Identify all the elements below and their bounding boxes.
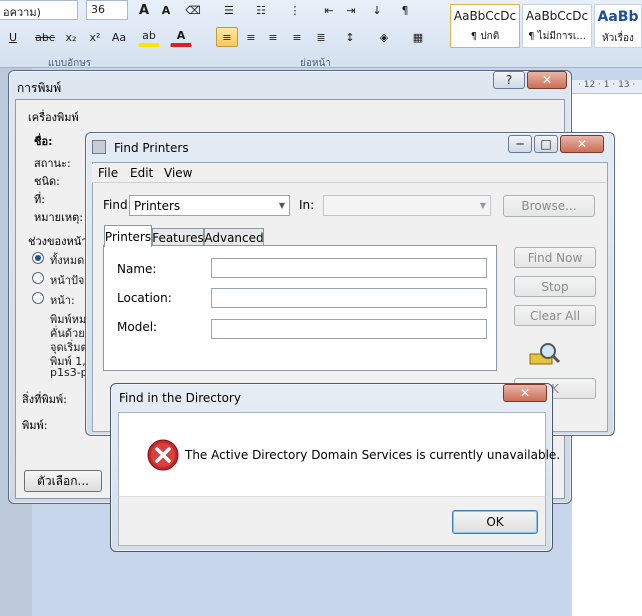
error-button-area: OK	[118, 496, 546, 546]
printer-status-label: สถานะ:	[34, 157, 71, 170]
maximize-button[interactable]: □	[534, 135, 558, 153]
find-select[interactable]: Printers ▼	[129, 195, 290, 216]
search-magnifier-icon	[528, 340, 562, 370]
ok-button[interactable]: OK	[452, 510, 538, 534]
error-message: The Active Directory Domain Services is …	[185, 448, 561, 462]
printer-where-label: ที่:	[34, 193, 45, 206]
range-current-label: หน้าปัจจุ	[50, 274, 90, 287]
printer-comment-label: หมายเหตุ:	[34, 211, 83, 224]
tab-printers[interactable]: Printers	[104, 225, 152, 247]
style-sample: AaBb	[597, 9, 639, 25]
chevron-down-icon: ▼	[479, 201, 486, 210]
error-message-area: The Active Directory Domain Services is …	[118, 412, 560, 496]
model-field[interactable]	[211, 319, 487, 339]
paragraph-group-label: ย่อหน้า	[300, 58, 331, 69]
justify-icon[interactable]: ≡	[286, 27, 308, 47]
in-label: In:	[299, 198, 315, 212]
clear-all-button[interactable]: Clear All	[514, 305, 596, 326]
printer-name-label: ชื่อ:	[34, 135, 53, 148]
error-icon	[147, 439, 179, 471]
borders-icon[interactable]: ▦	[404, 27, 432, 47]
highlight-button[interactable]: ab	[138, 27, 160, 47]
error-dialog-title: Find in the Directory	[119, 391, 241, 405]
page-range-label: ช่วงของหน้า	[28, 235, 88, 248]
stop-button[interactable]: Stop	[514, 276, 596, 297]
horizontal-ruler: · 12 · 1 · 13 ·	[572, 80, 642, 94]
menu-bar: File Edit View	[92, 164, 606, 183]
align-center-icon[interactable]: ≡	[240, 27, 262, 47]
model-label: Model:	[117, 320, 158, 334]
increase-indent-icon[interactable]: ⇥	[340, 0, 362, 20]
close-button[interactable]: ✕	[560, 135, 604, 153]
find-printers-title: Find Printers	[114, 141, 189, 155]
find-select-value: Printers	[134, 199, 181, 213]
printer-type-label: ชนิด:	[34, 175, 60, 188]
print-dialog-titlebar	[9, 71, 571, 99]
strikethrough-button[interactable]: abc	[32, 27, 58, 47]
style-name: หัวเรื่อง	[602, 33, 634, 44]
find-label: Find:	[103, 198, 132, 212]
help-button[interactable]: ?	[493, 71, 525, 89]
font-color-button[interactable]: A	[170, 27, 192, 47]
style-sample: AaBbCcDc	[525, 9, 589, 23]
menu-view[interactable]: View	[164, 166, 192, 180]
hint-line: p1s3-p	[50, 366, 88, 379]
grow-font-button[interactable]: A	[134, 0, 154, 20]
location-label: Location:	[117, 291, 172, 305]
font-size-box[interactable]: 36	[86, 0, 128, 20]
options-button[interactable]: ตัวเลือก...	[24, 470, 102, 492]
name-field[interactable]	[211, 258, 487, 278]
underline-button[interactable]: U	[2, 27, 24, 47]
subscript-button[interactable]: x₂	[60, 27, 82, 47]
style-sample: AaBbCcDc	[453, 9, 517, 23]
line-spacing-icon[interactable]: ↕	[336, 27, 364, 47]
name-label: Name:	[117, 262, 157, 276]
style-no-spacing[interactable]: AaBbCcDc ¶ ไม่มีการเ...	[522, 4, 592, 48]
printer-group-label: เครื่องพิมพ์	[28, 111, 79, 124]
bullets-icon[interactable]: ☰	[218, 0, 240, 20]
change-case-button[interactable]: Aa	[106, 27, 132, 47]
style-name: ¶ ไม่มีการเ...	[528, 31, 586, 42]
distribute-icon[interactable]: ≣	[310, 27, 332, 47]
style-normal[interactable]: AaBbCcDc ¶ ปกติ	[450, 4, 520, 48]
sort-icon[interactable]: ↓	[366, 0, 388, 20]
in-select[interactable]: ▼	[323, 195, 491, 216]
browse-button[interactable]: Browse...	[503, 195, 595, 217]
location-field[interactable]	[211, 288, 487, 308]
chevron-down-icon: ▼	[278, 201, 285, 210]
range-all-radio[interactable]	[32, 252, 44, 264]
superscript-button[interactable]: x²	[84, 27, 106, 47]
range-pages-radio[interactable]	[32, 292, 44, 304]
range-pages-label: หน้า:	[50, 294, 75, 307]
range-all-label: ทั้งหมด	[50, 254, 85, 267]
clear-formatting-icon[interactable]: ⌫	[182, 0, 204, 20]
shading-icon[interactable]: ◈	[370, 27, 398, 47]
style-heading[interactable]: AaBb หัวเรื่อง	[594, 4, 642, 48]
font-group-label: แบบอักษร	[48, 58, 92, 69]
word-ribbon: อความ) 36 A A ⌫ U abc x₂ x² Aa ab A แบบอ…	[0, 0, 642, 69]
close-button[interactable]: ✕	[503, 384, 547, 402]
menu-file[interactable]: File	[98, 166, 118, 180]
print-dialog-title: การพิมพ์	[17, 81, 62, 95]
print-what-label: สิ่งที่พิมพ์:	[22, 393, 67, 406]
multilevel-list-icon[interactable]: ⋮	[284, 0, 306, 20]
show-marks-icon[interactable]: ¶	[394, 0, 416, 20]
decrease-indent-icon[interactable]: ⇤	[318, 0, 340, 20]
find-now-button[interactable]: Find Now	[514, 247, 596, 268]
font-name-box[interactable]: อความ)	[0, 0, 78, 20]
error-dialog: Find in the Directory ✕ The Active Direc…	[110, 383, 560, 552]
align-right-icon[interactable]: ≡	[262, 27, 284, 47]
style-name: ¶ ปกติ	[470, 31, 500, 42]
numbering-icon[interactable]: ☷	[250, 0, 272, 20]
menu-edit[interactable]: Edit	[130, 166, 153, 180]
shrink-font-button[interactable]: A	[156, 0, 176, 20]
printer-icon	[92, 140, 106, 154]
print-label: พิมพ์:	[22, 419, 48, 432]
close-button[interactable]: ✕	[527, 71, 567, 89]
range-current-radio[interactable]	[32, 272, 44, 284]
minimize-button[interactable]: ─	[508, 135, 532, 153]
align-left-icon[interactable]: ≡	[216, 27, 238, 47]
